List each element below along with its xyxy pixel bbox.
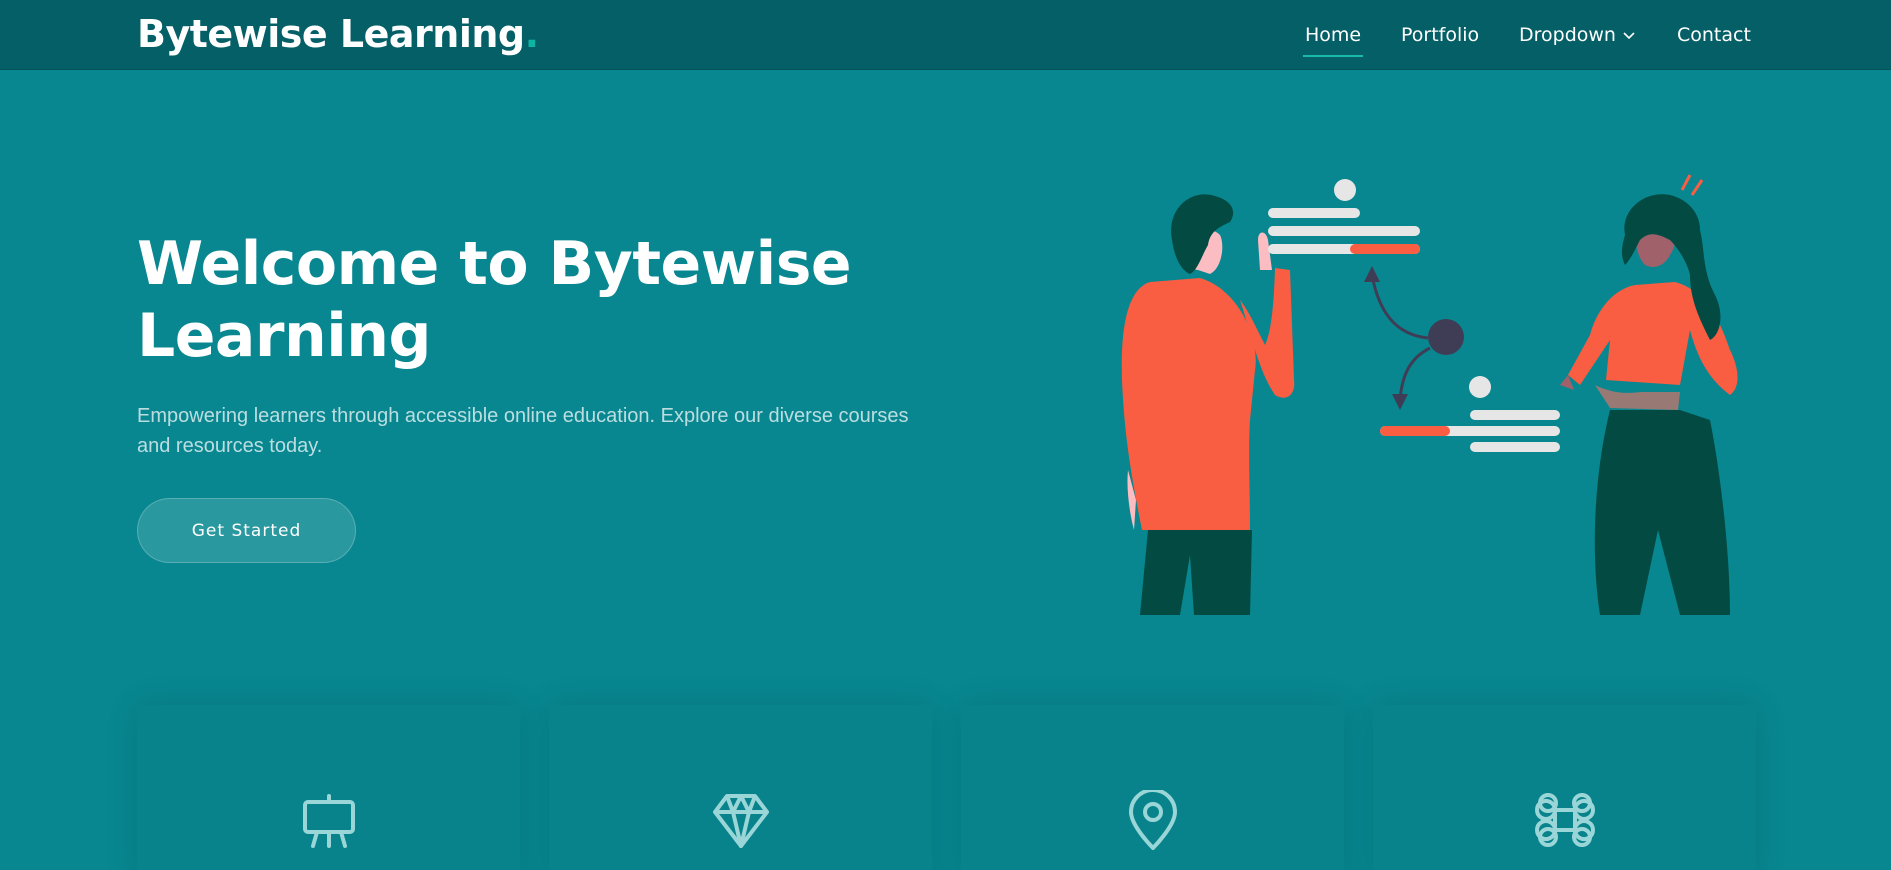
man-figure	[1121, 194, 1295, 615]
chart-bars	[1268, 179, 1560, 452]
easel-icon	[302, 794, 355, 848]
feature-card[interactable]	[1373, 705, 1756, 870]
nav-contact[interactable]: Contact	[1677, 24, 1751, 46]
process-arrows	[1364, 266, 1464, 410]
nav-home[interactable]: Home	[1305, 24, 1361, 46]
nav-active-indicator	[1303, 55, 1363, 57]
gem-icon	[712, 794, 769, 848]
woman-figure	[1560, 174, 1738, 615]
chevron-down-icon	[1623, 31, 1635, 39]
main-nav: Home Portfolio Dropdown Contact	[0, 0, 1891, 70]
location-pin-icon	[1128, 790, 1177, 850]
command-icon	[1534, 793, 1595, 847]
nav-dropdown[interactable]: Dropdown	[1519, 24, 1636, 46]
feature-card[interactable]	[549, 705, 932, 870]
feature-card[interactable]	[137, 705, 520, 870]
get-started-button[interactable]: Get Started	[137, 498, 356, 563]
nav-portfolio[interactable]: Portfolio	[1401, 24, 1479, 46]
hero-title: Welcome to Bytewise Learning	[137, 229, 852, 371]
site-header: Bytewise Learning. Home Portfolio Dropdo…	[0, 0, 1891, 70]
nav-dropdown-label: Dropdown	[1519, 24, 1616, 46]
hero-subtitle: Empowering learners through accessible o…	[137, 405, 909, 457]
hero-illustration	[1121, 174, 1738, 615]
feature-card[interactable]	[961, 705, 1344, 870]
